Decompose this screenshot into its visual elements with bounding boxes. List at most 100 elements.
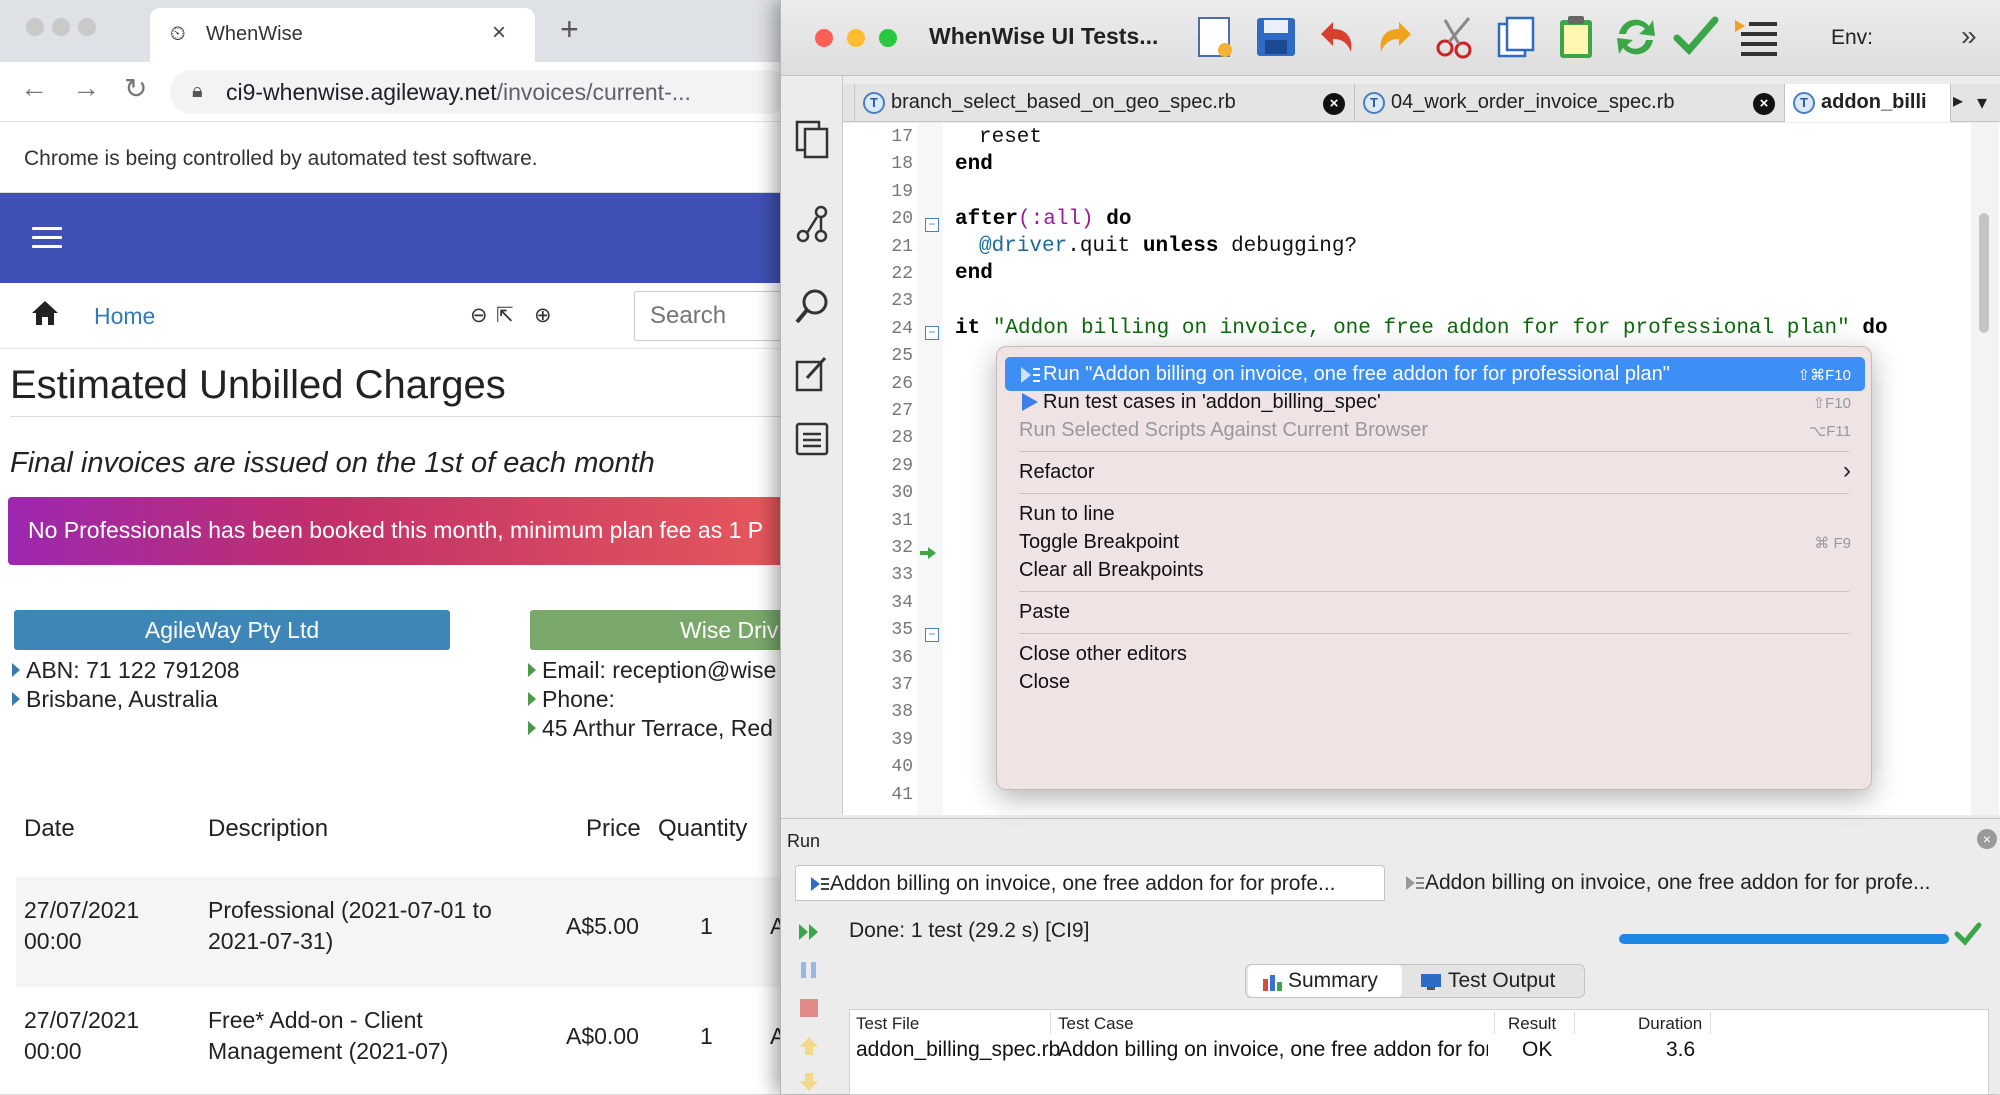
- close-icon[interactable]: ×: [1753, 93, 1775, 115]
- line-number: 41: [891, 784, 913, 805]
- menu-item-run-against-browser[interactable]: Run Selected Scripts Against Current Bro…: [1005, 413, 1865, 447]
- col-header-date: Date: [24, 815, 75, 842]
- fold-toggle-icon[interactable]: −: [925, 326, 939, 340]
- save-icon[interactable]: [1251, 12, 1301, 62]
- summary-tab-label: Summary: [1288, 969, 1378, 992]
- menu-item-close[interactable]: Close: [1005, 665, 1865, 699]
- company-right-button[interactable]: Wise Driv: [530, 610, 790, 650]
- fold-toggle-icon[interactable]: −: [925, 628, 939, 642]
- run-controls: [793, 915, 825, 1095]
- line-number: 24: [891, 318, 913, 339]
- divider: [1494, 1012, 1495, 1034]
- hamburger-menu-icon[interactable]: [32, 227, 62, 249]
- page-subtitle: Final invoices are issued on the 1st of …: [10, 447, 655, 479]
- row-quantity: 1: [700, 913, 713, 939]
- stop-icon[interactable]: [797, 997, 821, 1019]
- redo-icon[interactable]: [1371, 12, 1421, 62]
- zoom-in-icon[interactable]: ⊕: [534, 303, 552, 328]
- run-test-icon: [1021, 367, 1040, 383]
- close-icon[interactable]: ×: [1323, 93, 1345, 115]
- line-number: 23: [891, 291, 913, 312]
- tab-scroll-left[interactable]: [843, 84, 855, 122]
- line-number: 26: [891, 373, 913, 394]
- copy-icon[interactable]: [1491, 12, 1541, 62]
- ide-title: WhenWise UI Tests...: [929, 23, 1159, 49]
- line-number: 21: [891, 236, 913, 257]
- search-input[interactable]: [634, 291, 790, 341]
- result-duration: 3.6: [1666, 1038, 1696, 1061]
- previous-failure-icon[interactable]: [797, 1035, 821, 1057]
- close-window-button[interactable]: [815, 29, 833, 47]
- search-icon[interactable]: [793, 286, 831, 328]
- toolbar-overflow-button[interactable]: »: [1961, 20, 1977, 52]
- row-price: A$0.00: [566, 1023, 639, 1049]
- tab-branch-select-spec[interactable]: T branch_select_based_on_geo_spec.rb ×: [855, 84, 1355, 122]
- result-test-case: Addon billing on invoice, one free addon…: [1058, 1038, 1488, 1061]
- divider: [1710, 1012, 1711, 1034]
- forward-arrow-icon[interactable]: →: [72, 72, 100, 104]
- menu-item-clear-breakpoints[interactable]: Clear all Breakpoints: [1005, 553, 1865, 587]
- run-tab-2[interactable]: Addon billing on invoice, one free addon…: [1391, 865, 1991, 901]
- line-number: 22: [891, 264, 913, 284]
- code-line: it "Addon billing on invoice, one free a…: [955, 317, 1888, 340]
- menu-item-label: Close: [1019, 671, 1071, 693]
- result-view-switch: Summary Test Output: [1245, 964, 1585, 998]
- scrollbar-thumb[interactable]: [1979, 213, 1989, 333]
- back-arrow-icon[interactable]: ←: [20, 72, 48, 104]
- menu-item-refactor[interactable]: Refactor ›: [1005, 455, 1865, 489]
- line-number: 37: [891, 675, 913, 695]
- col-header-quantity: Quantity: [658, 815, 748, 842]
- abn-line: ABN: 71 122 791208: [12, 657, 240, 684]
- url-text[interactable]: ci9-whenwise.agileway.net/invoices/curre…: [226, 79, 691, 106]
- pause-icon[interactable]: [797, 959, 821, 981]
- files-icon[interactable]: [793, 118, 831, 160]
- test-recorder-icon[interactable]: [793, 352, 831, 394]
- home-link[interactable]: Home: [94, 303, 155, 330]
- zoom-window-button[interactable]: [879, 29, 897, 47]
- context-menu: Run "Addon billing on invoice, one free …: [996, 346, 1872, 790]
- line-number: 28: [891, 428, 913, 449]
- company-left-button[interactable]: AgileWay Pty Ltd: [14, 610, 450, 650]
- tab-scroll-right[interactable]: ▸: [1953, 88, 1975, 126]
- undo-icon[interactable]: [1311, 12, 1361, 62]
- automation-infobar: Chrome is being controlled by automated …: [0, 123, 790, 193]
- run-list-icon[interactable]: [1731, 12, 1781, 62]
- refresh-icon[interactable]: [1611, 12, 1661, 62]
- close-panel-button[interactable]: ×: [1977, 829, 1997, 849]
- reload-icon[interactable]: ↻: [124, 72, 147, 105]
- minimize-window-button[interactable]: [847, 29, 865, 47]
- alert-text: No Professionals has been booked this mo…: [28, 517, 764, 543]
- rerun-icon[interactable]: [797, 921, 821, 943]
- next-failure-icon[interactable]: [797, 1071, 821, 1093]
- share-icon[interactable]: ⇱: [496, 303, 514, 328]
- paste-icon[interactable]: [1551, 12, 1601, 62]
- notes-icon[interactable]: [793, 418, 831, 460]
- fold-toggle-icon[interactable]: −: [925, 218, 939, 232]
- zoom-window-button[interactable]: [78, 18, 96, 36]
- cut-icon[interactable]: [1431, 12, 1481, 62]
- new-file-icon[interactable]: [1191, 12, 1241, 62]
- minimize-window-button[interactable]: [52, 18, 70, 36]
- result-status: OK: [1522, 1038, 1553, 1061]
- address-bar[interactable]: 🔒︎ ci9-whenwise.agileway.net/invoices/cu…: [170, 70, 790, 114]
- home-icon[interactable]: [30, 299, 60, 327]
- zoom-out-icon[interactable]: ⊖: [470, 303, 488, 328]
- editor-scrollbar[interactable]: [1971, 123, 1999, 815]
- tab-work-order-invoice-spec[interactable]: T 04_work_order_invoice_spec.rb ×: [1355, 84, 1785, 122]
- phone-line: Phone:: [528, 686, 615, 713]
- tab-label: 04_work_order_invoice_spec.rb: [1391, 91, 1675, 113]
- test-output-tab[interactable]: Test Output: [1406, 965, 1584, 997]
- menu-item-paste[interactable]: Paste: [1005, 595, 1865, 629]
- col-header-test-case: Test Case: [1058, 1014, 1134, 1033]
- new-tab-button[interactable]: +: [560, 13, 579, 45]
- code-line: end: [955, 262, 993, 285]
- run-tab-1[interactable]: Addon billing on invoice, one free addon…: [795, 865, 1385, 901]
- close-window-button[interactable]: [26, 18, 44, 36]
- browser-toolbar: ← → ↻ 🔒︎ ci9-whenwise.agileway.net/invoi…: [0, 62, 790, 122]
- git-branch-icon[interactable]: [793, 204, 831, 246]
- browser-tab[interactable]: ⏲ WhenWise ×: [150, 8, 535, 62]
- checkmark-icon[interactable]: [1671, 12, 1721, 62]
- close-tab-button[interactable]: ×: [492, 19, 506, 47]
- tab-addon-billing-spec[interactable]: T addon_billi: [1785, 84, 1951, 122]
- summary-tab[interactable]: Summary: [1248, 965, 1402, 997]
